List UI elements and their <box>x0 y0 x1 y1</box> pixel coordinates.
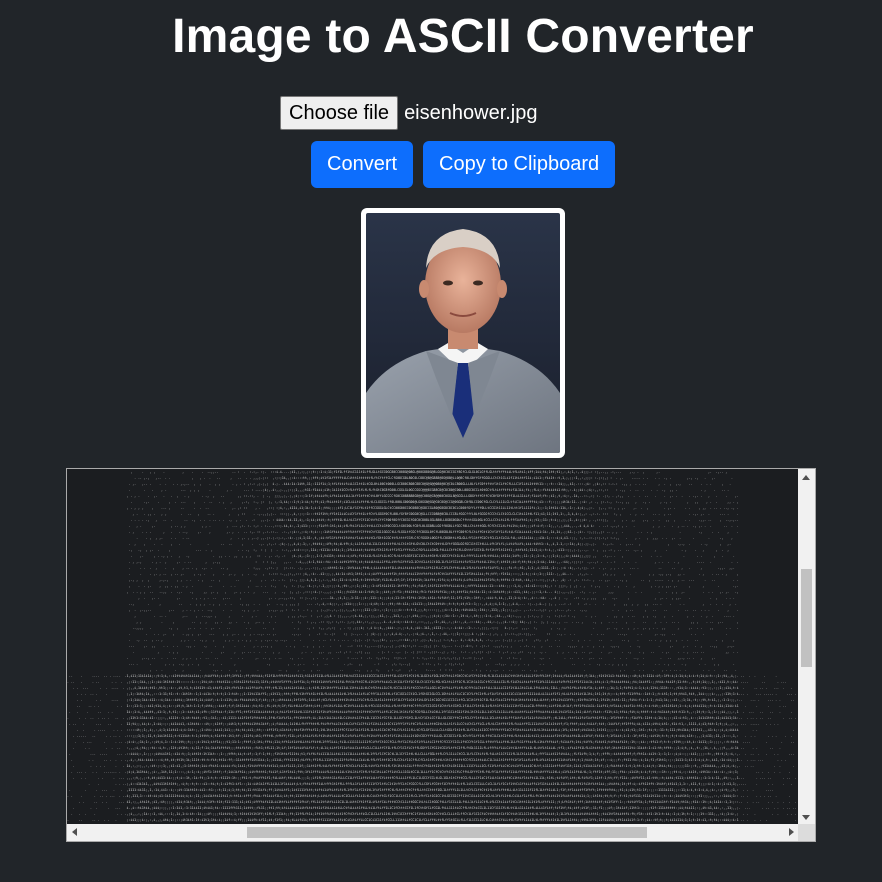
horizontal-scroll-thumb[interactable] <box>247 827 647 838</box>
file-input-row: Choose file eisenhower.jpg <box>280 95 538 131</box>
ascii-output-area[interactable]: , . , , . , . . ..,,.. .. : . :.:,. :;. … <box>66 468 816 842</box>
page-title: Image to ASCII Converter <box>172 10 754 63</box>
image-preview-frame <box>361 208 565 458</box>
choose-file-button[interactable]: Choose file <box>280 96 399 130</box>
page: Image to ASCII Converter Choose file eis… <box>0 0 882 882</box>
vertical-scrollbar[interactable] <box>798 469 815 825</box>
convert-button[interactable]: Convert <box>311 141 414 188</box>
copy-to-clipboard-button[interactable]: Copy to Clipboard <box>423 141 616 188</box>
scroll-down-icon[interactable] <box>802 815 810 820</box>
vertical-scroll-thumb[interactable] <box>801 569 812 667</box>
scrollbar-corner <box>798 824 815 841</box>
scroll-right-icon[interactable] <box>789 828 794 836</box>
ascii-output-text: , . , , . , . . ..,,.. .. : . :.:,. :;. … <box>67 469 799 825</box>
action-buttons: Convert Copy to Clipboard <box>311 141 616 188</box>
scroll-left-icon[interactable] <box>72 828 77 836</box>
image-preview <box>366 213 560 453</box>
selected-file-name: eisenhower.jpg <box>404 101 538 124</box>
scroll-up-icon[interactable] <box>802 475 810 480</box>
horizontal-scrollbar[interactable] <box>67 824 799 841</box>
